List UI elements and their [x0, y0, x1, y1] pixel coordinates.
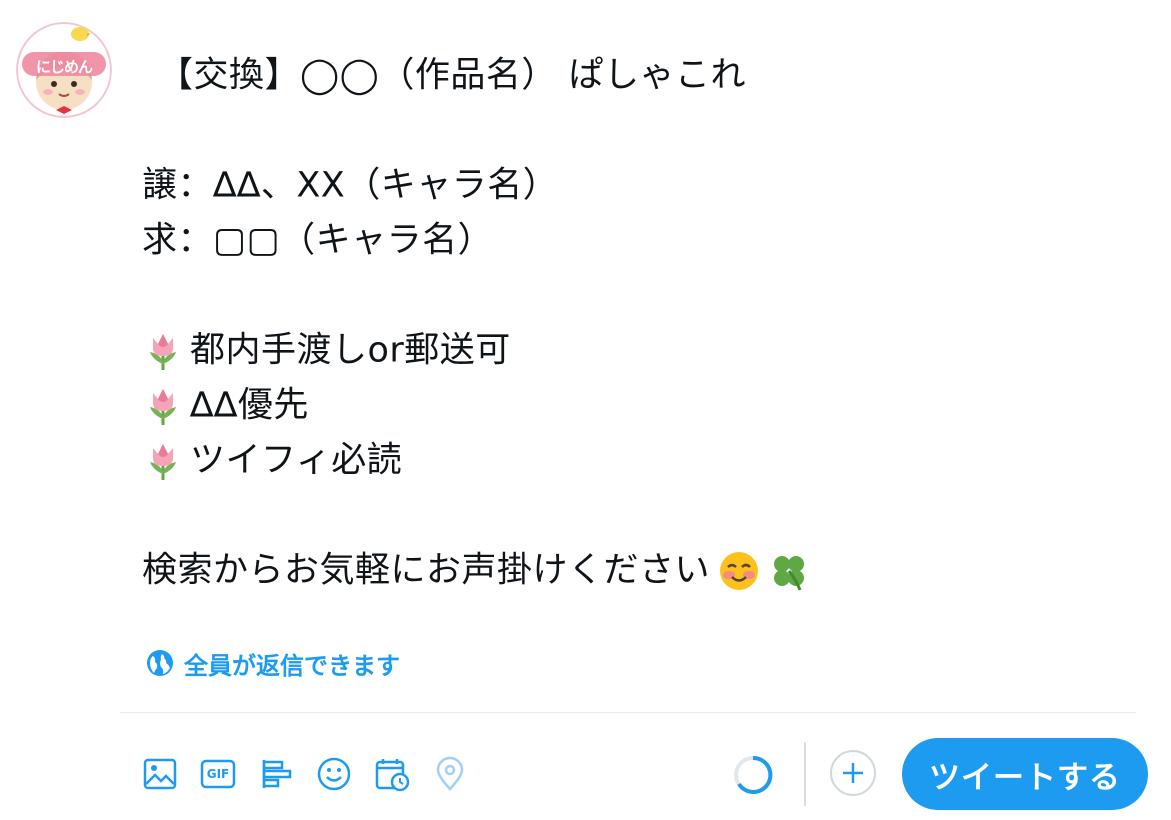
compose-line-blank [142, 268, 1142, 323]
character-count-ring-icon [732, 754, 774, 796]
poll-icon[interactable] [256, 754, 296, 794]
compose-line: ツイフィ必読 [142, 433, 1142, 488]
tulip-emoji-icon [142, 330, 184, 372]
tweet-button[interactable]: ツイートする [902, 738, 1148, 810]
divider [120, 712, 1136, 713]
image-icon[interactable] [140, 754, 180, 794]
tweet-compose-text[interactable]: 【交換】◯◯（作品名） ぱしゃこれ 譲：∆∆、XX（キャラ名） 求：▢▢（キャラ… [142, 48, 1142, 598]
globe-icon [146, 649, 174, 677]
reply-setting-button[interactable]: 全員が返信できます [146, 646, 400, 680]
compose-line: 検索からお気軽にお声掛けください [142, 543, 1142, 598]
avatar[interactable]: にじめん [16, 22, 112, 118]
plus-icon [843, 763, 863, 783]
avatar-logo-text: にじめん [35, 58, 93, 76]
gif-icon[interactable]: GIF [198, 754, 238, 794]
compose-line: 求：▢▢（キャラ名） [142, 220, 494, 261]
reply-setting-label: 全員が返信できます [184, 651, 400, 680]
tulip-emoji-icon [142, 385, 184, 427]
compose-line: 【交換】◯◯（作品名） ぱしゃこれ [158, 55, 746, 96]
compose-line: ∆∆優先 [142, 378, 1142, 433]
compose-line-blank [142, 488, 1142, 543]
compose-line: 譲：∆∆、XX（キャラ名） [142, 165, 559, 206]
tulip-emoji-icon [142, 440, 184, 482]
compose-line-blank [142, 103, 1142, 158]
compose-toolbar: GIF [140, 748, 470, 800]
toolbar-separator [804, 742, 806, 806]
schedule-icon[interactable] [372, 754, 412, 794]
emoji-icon[interactable] [314, 754, 354, 794]
compose-line: 都内手渡しor郵送可 [142, 323, 1142, 378]
add-tweet-button[interactable] [830, 750, 876, 796]
four-leaf-clover-emoji-icon [768, 550, 810, 592]
location-icon[interactable] [430, 754, 470, 794]
smiling-face-emoji-icon [718, 550, 760, 592]
gif-label: GIF [206, 767, 230, 781]
